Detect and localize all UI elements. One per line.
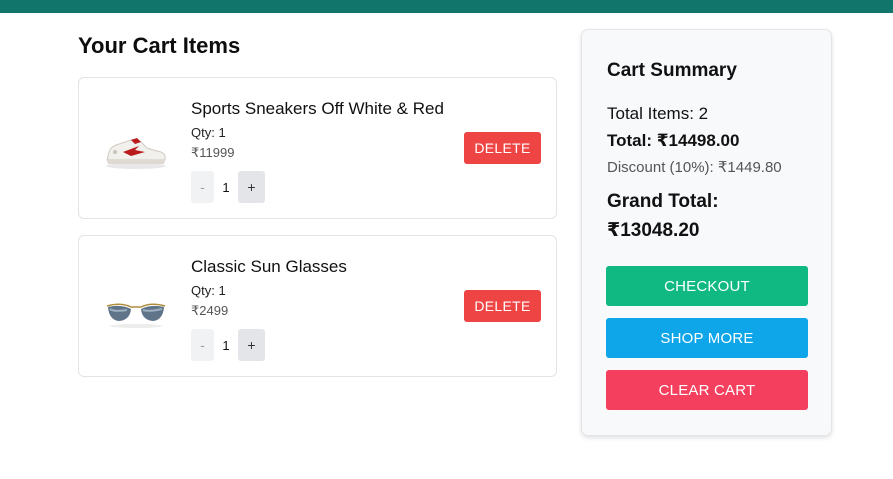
grand-total-label: Grand Total: [607,191,719,212]
delete-button[interactable]: DELETE [464,290,541,322]
decrease-qty-button[interactable]: - [191,329,214,361]
delete-button[interactable]: DELETE [464,132,541,164]
qty-value: 1 [222,337,230,353]
sunglasses-image [101,274,171,338]
qty-value: 1 [222,179,230,195]
shop-more-button[interactable]: SHOP MORE [606,318,808,358]
item-price: ₹11999 [191,145,235,160]
decrease-qty-button[interactable]: - [191,171,214,203]
quantity-stepper: - 1 + [191,171,265,203]
discount-amount: Discount (10%): ₹1449.80 [607,159,782,176]
increase-qty-button[interactable]: + [238,171,265,203]
cart-item: Sports Sneakers Off White & Red Qty: 1 ₹… [78,77,557,219]
clear-cart-button[interactable]: CLEAR CART [606,370,808,410]
item-price: ₹2499 [191,303,229,318]
top-nav-bar [0,0,893,13]
total-price: Total: ₹14498.00 [607,131,740,150]
cart-item: Classic Sun Glasses Qty: 1 ₹2499 - 1 + D… [78,235,557,377]
item-qty-label: Qty: 1 [191,125,226,140]
item-name[interactable]: Sports Sneakers Off White & Red [191,99,444,119]
cart-summary-panel: Cart Summary Total Items: 2 Total: ₹1449… [581,29,832,436]
item-qty-label: Qty: 1 [191,283,226,298]
grand-total-value: ₹13048.20 [607,220,700,241]
total-items: Total Items: 2 [607,104,709,123]
quantity-stepper: - 1 + [191,329,265,361]
item-name[interactable]: Classic Sun Glasses [191,257,347,277]
sneaker-image [101,116,171,180]
checkout-button[interactable]: CHECKOUT [606,266,808,306]
cart-title: Your Cart Items [78,33,241,58]
summary-title: Cart Summary [607,60,737,81]
increase-qty-button[interactable]: + [238,329,265,361]
